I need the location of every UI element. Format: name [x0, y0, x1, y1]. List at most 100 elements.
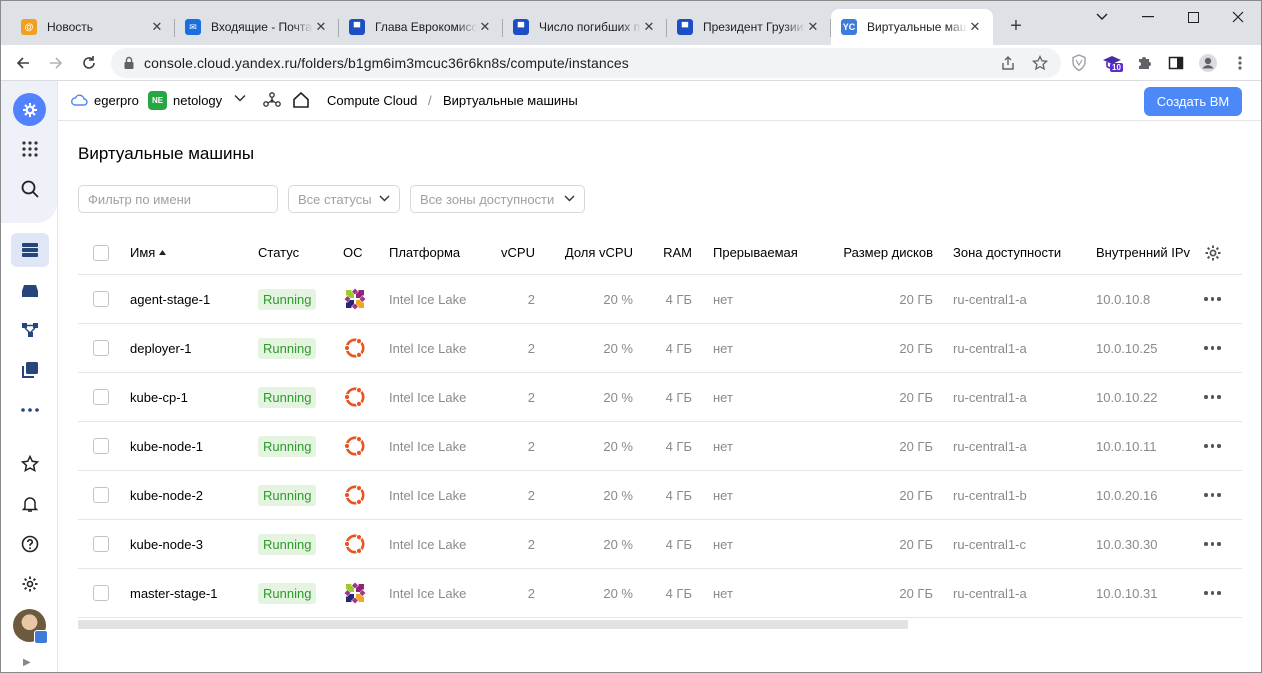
close-icon[interactable]: ✕	[641, 19, 657, 35]
row-checkbox[interactable]	[93, 275, 109, 323]
column-header-preemptible[interactable]: Прерываемая	[713, 231, 798, 274]
row-actions-menu-icon[interactable]	[1204, 471, 1221, 519]
row-actions-menu-icon[interactable]	[1204, 569, 1221, 617]
close-window-button[interactable]	[1218, 7, 1258, 27]
browser-tab[interactable]: ▀ Президент Грузии ✕	[667, 9, 831, 45]
minimize-button[interactable]	[1128, 7, 1168, 27]
shield-extension-icon[interactable]	[1069, 53, 1089, 73]
vm-name-link[interactable]: kube-cp-1	[130, 373, 188, 421]
column-header-platform[interactable]: Платформа	[389, 231, 460, 274]
vm-name-link[interactable]: kube-node-2	[130, 471, 203, 519]
vm-name-link[interactable]: master-stage-1	[130, 569, 217, 617]
expand-sidebar-icon[interactable]: ▶	[23, 657, 31, 668]
address-bar[interactable]: console.cloud.yandex.ru/folders/b1gm6im3…	[111, 48, 1061, 78]
column-header-ram[interactable]: RAM	[638, 231, 692, 274]
table-settings-gear-icon[interactable]	[1204, 231, 1222, 274]
column-header-vcpu[interactable]: vCPU	[478, 231, 535, 274]
select-all-checkbox[interactable]	[93, 231, 109, 274]
table-row[interactable]: master-stage-1 Running Intel Ice Lake 2 20 %…	[78, 569, 1242, 618]
table-row[interactable]: kube-node-1 Running Intel Ice Lake 2 20 % 4 Г…	[78, 422, 1242, 471]
status-select[interactable]: Все статусы	[288, 185, 400, 213]
images-icon[interactable]	[11, 353, 49, 387]
settings-gear-icon[interactable]	[11, 567, 49, 601]
internal-ip-cell: 10.0.10.8	[1096, 291, 1151, 307]
tab-search-icon[interactable]	[1082, 7, 1122, 27]
new-tab-button[interactable]: +	[1004, 15, 1028, 39]
column-header-disk-size[interactable]: Размер дисков	[818, 231, 933, 274]
name-filter-input[interactable]: Фильтр по имени	[78, 185, 278, 213]
share-icon[interactable]	[999, 54, 1017, 72]
chevron-down-icon[interactable]	[234, 94, 246, 102]
zone-cell: ru-central1-c	[953, 536, 1026, 552]
puzzle-extensions-icon[interactable]	[1134, 53, 1154, 73]
vm-name-link[interactable]: agent-stage-1	[130, 275, 210, 323]
close-icon[interactable]: ✕	[967, 19, 983, 35]
browser-tab-active[interactable]: YC Виртуальные маш ✕	[831, 9, 993, 45]
row-checkbox[interactable]	[93, 422, 109, 470]
services-grid-icon[interactable]	[11, 132, 49, 166]
table-row[interactable]: kube-cp-1 Running Intel Ice Lake 2 20 % 4 ГБ н…	[78, 373, 1242, 422]
folder-selector[interactable]: netology	[173, 93, 222, 108]
bookmark-star-icon[interactable]	[1031, 54, 1049, 72]
vm-name-link[interactable]: deployer-1	[130, 324, 191, 372]
browser-tab[interactable]: ✉ Входящие - Почта ✕	[175, 9, 339, 45]
zone-cell: ru-central1-a	[953, 340, 1027, 356]
column-header-internal-ip[interactable]: Внутренний IPv	[1096, 231, 1190, 274]
row-actions-menu-icon[interactable]	[1204, 422, 1221, 470]
row-checkbox[interactable]	[93, 373, 109, 421]
favorites-star-icon[interactable]	[11, 447, 49, 481]
column-header-vcpu-share[interactable]: Доля vCPU	[543, 231, 633, 274]
column-header-status[interactable]: Статус	[258, 231, 299, 274]
vm-name-link[interactable]: kube-node-1	[130, 422, 203, 470]
browser-tab[interactable]: ▀ Глава Еврокомисс ✕	[339, 9, 503, 45]
vcpu-cell: 2	[527, 585, 535, 601]
row-actions-menu-icon[interactable]	[1204, 275, 1221, 323]
browser-tab[interactable]: ▀ Число погибших п ✕	[503, 9, 667, 45]
close-icon[interactable]: ✕	[477, 19, 493, 35]
more-services-icon[interactable]	[11, 393, 49, 427]
column-header-zone[interactable]: Зона доступности	[953, 231, 1061, 274]
home-icon[interactable]	[292, 91, 310, 109]
disks-icon[interactable]	[11, 274, 49, 308]
table-row[interactable]: deployer-1 Running Intel Ice Lake 2 20 % 4 ГБ…	[78, 324, 1242, 373]
resource-hub-icon[interactable]	[263, 92, 281, 110]
vm-instances-icon[interactable]	[11, 233, 49, 267]
browser-tab[interactable]: @ Новость ✕	[11, 9, 175, 45]
column-header-os[interactable]: ОС	[343, 231, 363, 274]
horizontal-scrollbar[interactable]	[78, 620, 908, 629]
reload-button[interactable]	[77, 51, 101, 75]
network-icon[interactable]	[11, 313, 49, 347]
platform-cell: Intel Ice Lake	[389, 340, 467, 356]
row-actions-menu-icon[interactable]	[1204, 324, 1221, 372]
create-vm-button[interactable]: Создать ВМ	[1144, 87, 1242, 116]
row-checkbox[interactable]	[93, 520, 109, 568]
row-actions-menu-icon[interactable]	[1204, 373, 1221, 421]
row-checkbox[interactable]	[93, 471, 109, 519]
row-checkbox[interactable]	[93, 569, 109, 617]
yandex-cloud-logo-icon[interactable]	[13, 93, 46, 126]
row-checkbox[interactable]	[93, 324, 109, 372]
vm-name-link[interactable]: kube-node-3	[130, 520, 203, 568]
graduation-cap-extension-icon[interactable]: 10	[1102, 53, 1123, 73]
close-icon[interactable]: ✕	[149, 19, 165, 35]
profile-icon[interactable]	[1198, 53, 1218, 73]
table-row[interactable]: kube-node-2 Running Intel Ice Lake 2 20 % 4 Г…	[78, 471, 1242, 520]
side-panel-icon[interactable]	[1166, 53, 1186, 73]
back-button[interactable]	[11, 51, 35, 75]
close-icon[interactable]: ✕	[313, 19, 329, 35]
notifications-bell-icon[interactable]	[11, 487, 49, 521]
table-row[interactable]: agent-stage-1 Running Intel Ice Lake 2 20 % 4…	[78, 275, 1242, 324]
search-icon[interactable]	[11, 172, 49, 206]
close-icon[interactable]: ✕	[805, 19, 821, 35]
kebab-menu-icon[interactable]	[1230, 53, 1250, 73]
help-icon[interactable]	[11, 527, 49, 561]
row-actions-menu-icon[interactable]	[1204, 520, 1221, 568]
table-row[interactable]: kube-node-3 Running Intel Ice Lake 2 20 % 4 Г…	[78, 520, 1242, 569]
cloud-org-name[interactable]: egerpro	[94, 93, 139, 108]
column-header-name[interactable]: Имя	[130, 231, 167, 274]
maximize-button[interactable]	[1173, 7, 1213, 27]
breadcrumb-service[interactable]: Compute Cloud	[327, 93, 417, 108]
account-badge-icon	[34, 630, 48, 644]
forward-button[interactable]	[44, 51, 68, 75]
zone-select[interactable]: Все зоны доступности	[410, 185, 585, 213]
